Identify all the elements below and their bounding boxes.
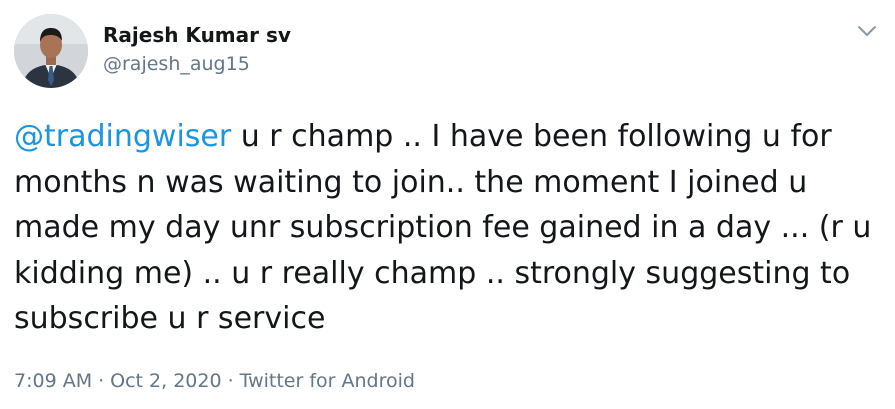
- tweet-text: @tradingwiser u r champ .. I have been f…: [14, 114, 882, 342]
- tweet-meta: 7:09 AM · Oct 2, 2020 · Twitter for Android: [14, 370, 415, 392]
- author-handle[interactable]: @rajesh_aug15: [103, 53, 250, 75]
- tweet-date[interactable]: Oct 2, 2020: [110, 370, 221, 392]
- chevron-down-icon: [858, 26, 876, 36]
- avatar-photo-icon: [14, 14, 88, 88]
- author-avatar[interactable]: [14, 14, 88, 88]
- tweet-time[interactable]: 7:09 AM: [14, 370, 92, 392]
- meta-separator: ·: [98, 370, 105, 392]
- author-display-name[interactable]: Rajesh Kumar sv: [103, 23, 291, 47]
- mention-link[interactable]: @tradingwiser: [14, 119, 231, 154]
- meta-separator: ·: [227, 370, 234, 392]
- tweet-menu-button[interactable]: [857, 24, 877, 38]
- tweet-source[interactable]: Twitter for Android: [240, 370, 415, 392]
- tweet-card: Rajesh Kumar sv @rajesh_aug15 @tradingwi…: [0, 0, 895, 409]
